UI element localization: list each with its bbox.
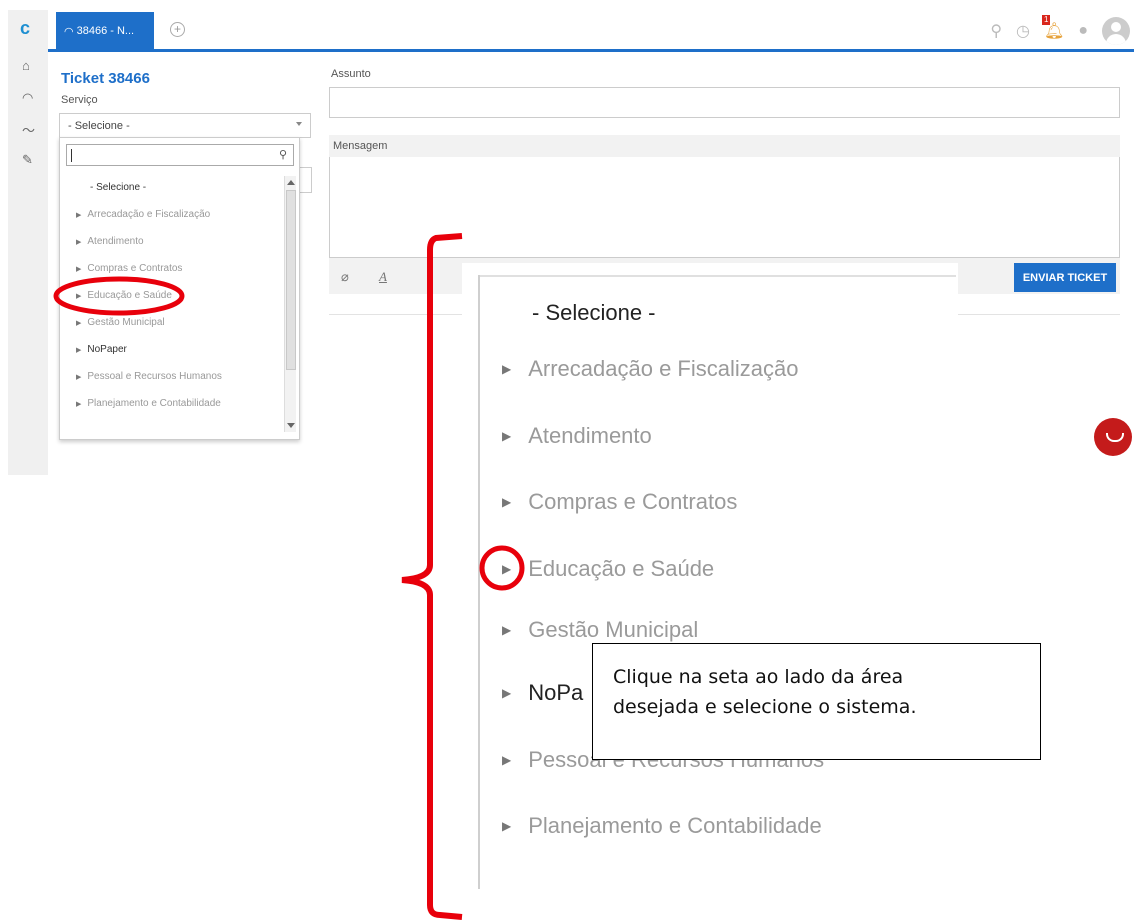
callout-line-1: Clique na seta ao lado da área [613, 666, 904, 688]
callout-line-2: desejada e selecione o sistema. [613, 696, 917, 718]
highlight-circle-arrow [479, 545, 525, 591]
zoom-bracket [401, 233, 463, 920]
annotation-layer [53, 233, 525, 920]
instruction-callout: Clique na seta ao lado da área desejada … [592, 643, 1041, 760]
highlight-circle-small [53, 276, 185, 316]
